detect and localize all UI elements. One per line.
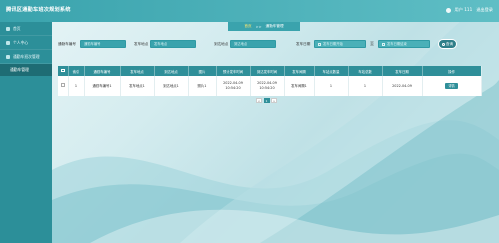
logout-link[interactable]: 退出登录 <box>476 7 493 13</box>
from-label: 发车地点 <box>134 42 149 46</box>
date-label: 发车日期 <box>296 42 311 46</box>
sidebar-item-profile[interactable]: 个人中心 <box>0 36 52 50</box>
cell-index: 1 <box>68 76 85 96</box>
sidebar-item-home[interactable]: 首页 <box>0 22 52 36</box>
cell-date: 2022-04-09 <box>382 76 423 96</box>
calendar-icon <box>318 42 321 46</box>
cell-planned-time: 2022-04-09 10:54:20 <box>216 76 251 96</box>
to-input[interactable]: 到达地点 <box>230 40 276 48</box>
home-icon <box>6 26 10 31</box>
breadcrumb-separator: >> <box>255 24 262 29</box>
data-table: 索引 通勤车编号 发车地点 到达地点 图片 预计发车时间 到达发车时间 发车间隔… <box>58 66 482 96</box>
next-page-button[interactable]: > <box>271 98 277 103</box>
from-input[interactable]: 发车地点 <box>150 40 196 48</box>
user-icon <box>6 40 10 45</box>
background-waves <box>52 0 499 243</box>
search-bar: 通勤车编号 通勤车编号 发车地点 发车地点 到达地点 到达地点 发车日期 发车日… <box>58 39 478 51</box>
user-label[interactable]: 用户 111 <box>455 7 473 13</box>
breadcrumb: 首页 >> 通勤车管理 <box>228 22 300 31</box>
cell-total: 1 <box>348 76 383 96</box>
cell-from: 发车地点1 <box>120 76 155 96</box>
cell-to: 到达地点1 <box>154 76 189 96</box>
cell-action: 详情 <box>422 76 482 96</box>
cell-arrive-time: 2022-04-09 10:54:20 <box>250 76 285 96</box>
pagination: < 1 > <box>256 98 277 103</box>
bus-icon <box>6 54 10 59</box>
bus-no-input[interactable]: 通勤车编号 <box>80 40 126 48</box>
table-header-row: 索引 通勤车编号 发车地点 到达地点 图片 预计发车时间 到达发车时间 发车间隔… <box>58 66 482 76</box>
column-header: 通勤车编号 <box>84 66 121 76</box>
row-checkbox[interactable] <box>61 83 65 87</box>
column-header: 车站总数 <box>348 66 383 76</box>
column-header: 发车地点 <box>120 66 155 76</box>
column-header: 图片 <box>188 66 217 76</box>
sidebar-subitem-bus-management[interactable]: 通勤车管理 <box>0 64 52 76</box>
column-header: 发车间隔 <box>284 66 315 76</box>
sidebar-item-label: 个人中心 <box>13 39 29 45</box>
prev-page-button[interactable]: < <box>256 98 262 103</box>
breadcrumb-current: 通勤车管理 <box>265 24 284 28</box>
column-header: 索引 <box>68 66 85 76</box>
app-title: 腾讯区通勤车班次规划系统 <box>6 7 71 13</box>
select-all-header[interactable] <box>58 66 69 76</box>
search-icon <box>441 42 445 46</box>
select-all-checkbox[interactable] <box>61 68 65 73</box>
top-bar: 腾讯区通勤车班次规划系统 用户 111 退出登录 <box>0 0 499 22</box>
column-header: 到达发车时间 <box>250 66 285 76</box>
row-select-cell[interactable] <box>58 76 69 96</box>
breadcrumb-home[interactable]: 首页 <box>244 24 251 29</box>
cell-interval: 发车间隔1 <box>284 76 315 96</box>
user-area: 用户 111 退出登录 <box>445 7 493 13</box>
to-label: 到达地点 <box>214 42 229 46</box>
query-button[interactable]: 查询 <box>438 39 457 49</box>
column-header: 操作 <box>422 66 482 76</box>
cell-image: 照片1 <box>188 76 217 96</box>
page-1-button[interactable]: 1 <box>263 98 270 103</box>
date-end-placeholder: 发车日期结束 <box>387 42 407 46</box>
sidebar: 首页 个人中心 通勤车班次管理 通勤车管理 <box>0 22 52 243</box>
cell-station-count: 1 <box>314 76 349 96</box>
sidebar-item-bus-schedule[interactable]: 通勤车班次管理 <box>0 50 52 64</box>
column-header: 预计发车时间 <box>216 66 251 76</box>
user-avatar-icon <box>445 7 451 13</box>
bus-no-label: 通勤车编号 <box>58 42 76 46</box>
date-end-input[interactable]: 发车日期结束 <box>378 40 430 48</box>
detail-button[interactable]: 详情 <box>445 83 458 89</box>
sidebar-item-label: 首页 <box>13 25 21 31</box>
date-start-placeholder: 发车日期开始 <box>323 42 343 46</box>
calendar-icon <box>382 42 385 46</box>
table-row: 1 通勤车编号1 发车地点1 到达地点1 照片1 2022-04-09 10:5… <box>58 76 482 96</box>
date-separator: 至 <box>370 41 374 46</box>
cell-bus-no: 通勤车编号1 <box>84 76 121 96</box>
column-header: 到达地点 <box>154 66 189 76</box>
sidebar-item-label: 通勤车班次管理 <box>13 53 40 59</box>
column-header: 发车日期 <box>382 66 423 76</box>
column-header: 车站点数量 <box>314 66 349 76</box>
date-start-input[interactable]: 发车日期开始 <box>314 40 366 48</box>
query-button-label: 查询 <box>445 41 454 46</box>
